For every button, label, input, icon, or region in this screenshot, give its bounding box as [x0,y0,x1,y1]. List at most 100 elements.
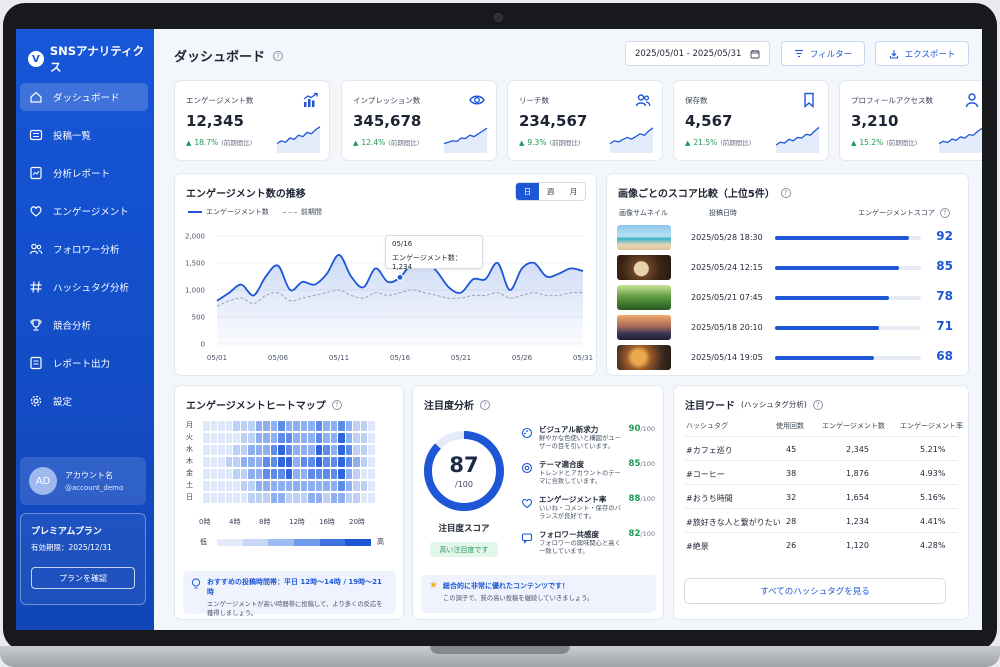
heatmap-cell[interactable] [308,445,315,455]
heatmap-cell[interactable] [293,457,300,467]
heatmap-cell[interactable] [248,481,255,491]
heatmap-cell[interactable] [360,469,367,479]
heatmap-cell[interactable] [233,493,240,503]
date-range-picker[interactable]: 2025/05/01 - 2025/05/31 [625,41,770,66]
heatmap-cell[interactable] [315,457,322,467]
heatmap-cell[interactable] [330,469,337,479]
heatmap-cell[interactable] [225,457,232,467]
heatmap-cell[interactable] [323,445,330,455]
heatmap-cell[interactable] [293,433,300,443]
help-icon[interactable]: ? [480,399,490,410]
table-row[interactable]: #コーヒー 38 1,876 4.93% [684,460,958,484]
heatmap-cell[interactable] [368,493,375,503]
heatmap-cell[interactable] [210,445,217,455]
heatmap-cell[interactable] [308,421,315,431]
heatmap-cell[interactable] [360,493,367,503]
heatmap-cell[interactable] [225,445,232,455]
heatmap-cell[interactable] [233,457,240,467]
heatmap-cell[interactable] [323,493,330,503]
sidebar-item-hashtag[interactable]: ハッシュタグ分析 [20,273,148,301]
heatmap-cell[interactable] [255,469,262,479]
heatmap-cell[interactable] [263,469,270,479]
heatmap-cell[interactable] [315,481,322,491]
table-row[interactable]: 2025/05/14 19:05 68 [617,345,957,371]
heatmap-cell[interactable] [278,481,285,491]
heatmap-cell[interactable] [255,433,262,443]
heatmap-cell[interactable] [330,481,337,491]
table-row[interactable]: #おうち時間 32 1,654 5.16% [684,484,958,508]
heatmap-cell[interactable] [233,421,240,431]
heatmap-cell[interactable] [203,421,210,431]
heatmap-cell[interactable] [330,445,337,455]
heatmap-cell[interactable] [308,493,315,503]
heatmap-cell[interactable] [240,481,247,491]
heatmap-cell[interactable] [240,457,247,467]
heatmap-cell[interactable] [323,457,330,467]
heatmap-cell[interactable] [315,445,322,455]
period-tab[interactable]: 日 [516,183,539,200]
table-row[interactable]: 2025/05/18 20:10 71 [617,315,957,341]
heatmap-cell[interactable] [300,433,307,443]
heatmap-cell[interactable] [270,493,277,503]
heatmap-cell[interactable] [210,481,217,491]
thumbnail-image[interactable] [617,285,671,310]
heatmap-cell[interactable] [338,493,345,503]
highlight-point[interactable] [396,273,404,281]
heatmap-cell[interactable] [285,469,292,479]
heatmap-cell[interactable] [255,457,262,467]
hashtag-cell[interactable]: #絶景 [686,541,709,552]
heatmap-cell[interactable] [248,457,255,467]
heatmap-cell[interactable] [218,457,225,467]
heatmap-cell[interactable] [270,445,277,455]
heatmap-cell[interactable] [263,433,270,443]
heatmap-cell[interactable] [248,493,255,503]
sidebar-item-gear[interactable]: 設定 [20,387,148,415]
heatmap-cell[interactable] [323,469,330,479]
hashtag-cell[interactable]: #コーヒー [686,469,725,480]
heatmap-cell[interactable] [300,445,307,455]
heatmap-cell[interactable] [360,433,367,443]
heatmap-cell[interactable] [300,469,307,479]
heatmap-cell[interactable] [330,433,337,443]
heatmap-cell[interactable] [255,445,262,455]
heatmap-cell[interactable] [353,493,360,503]
export-button[interactable]: エクスポート [875,41,969,66]
heatmap-cell[interactable] [323,433,330,443]
heatmap-cell[interactable] [360,457,367,467]
heatmap-cell[interactable] [248,421,255,431]
heatmap-cell[interactable] [233,445,240,455]
heatmap-cell[interactable] [240,433,247,443]
heatmap-cell[interactable] [315,469,322,479]
heatmap-cell[interactable] [338,457,345,467]
heatmap-cell[interactable] [300,421,307,431]
heatmap-cell[interactable] [345,457,352,467]
sidebar-item-trophy[interactable]: 競合分析 [20,311,148,339]
thumbnail-image[interactable] [617,345,671,370]
heatmap-cell[interactable] [353,469,360,479]
heatmap-cell[interactable] [248,469,255,479]
table-row[interactable]: #絶景 26 1,120 4.28% [684,532,958,556]
heatmap-cell[interactable] [263,481,270,491]
heatmap-cell[interactable] [225,481,232,491]
heatmap-cell[interactable] [218,433,225,443]
heatmap-cell[interactable] [323,421,330,431]
help-icon[interactable]: ? [780,187,791,198]
heatmap-cell[interactable] [300,493,307,503]
heatmap-cell[interactable] [285,421,292,431]
heatmap-cell[interactable] [330,457,337,467]
heatmap-cell[interactable] [225,433,232,443]
heatmap-cell[interactable] [233,433,240,443]
heatmap-cell[interactable] [300,481,307,491]
heatmap-cell[interactable] [203,493,210,503]
heatmap-cell[interactable] [270,481,277,491]
heatmap-cell[interactable] [293,481,300,491]
heatmap-cell[interactable] [345,433,352,443]
hashtag-cell[interactable]: #カフェ巡り [686,445,733,456]
heatmap-cell[interactable] [353,433,360,443]
heatmap-cell[interactable] [300,457,307,467]
heatmap-cell[interactable] [255,421,262,431]
heatmap-cell[interactable] [360,481,367,491]
heatmap-cell[interactable] [263,457,270,467]
table-row[interactable]: 2025/05/24 12:15 85 [617,255,957,281]
heatmap-cell[interactable] [240,445,247,455]
